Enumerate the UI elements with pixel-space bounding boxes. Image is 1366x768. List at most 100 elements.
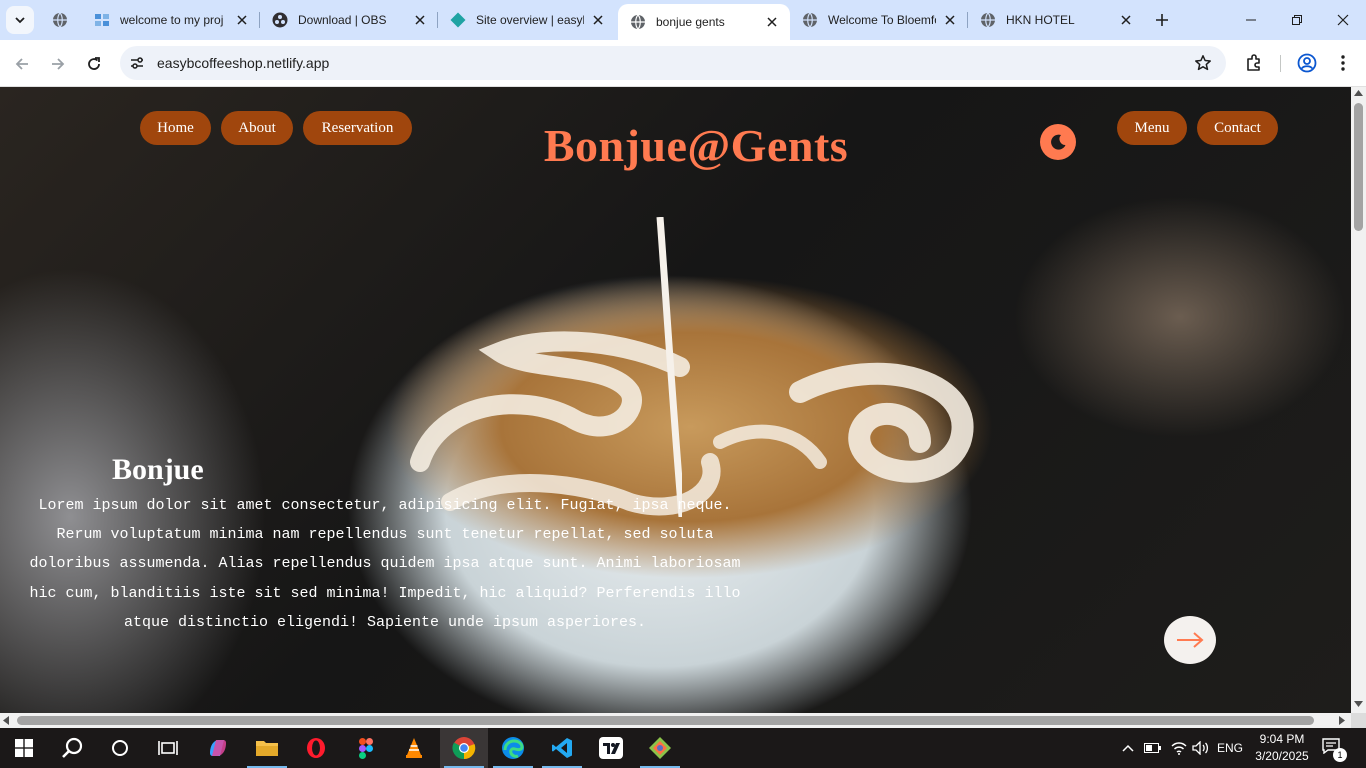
clock-date: 3/20/2025: [1255, 749, 1309, 763]
scroll-down-icon[interactable]: [1354, 701, 1363, 707]
figma-icon: [359, 737, 373, 759]
next-slide-button[interactable]: [1164, 616, 1216, 664]
profile-icon[interactable]: [1296, 52, 1318, 74]
nav-reservation-button[interactable]: Reservation: [303, 111, 412, 145]
close-tab-icon[interactable]: [1118, 12, 1134, 28]
close-tab-icon[interactable]: [412, 12, 428, 28]
horizontal-scrollbar[interactable]: [0, 713, 1351, 728]
browser-toolbar: easybcoffeeshop.netlify.app: [0, 40, 1366, 87]
taskbar-search-button[interactable]: [48, 728, 96, 768]
nav-home-button[interactable]: Home: [140, 111, 211, 145]
arrow-right-icon: [52, 58, 65, 70]
restore-button[interactable]: [1274, 0, 1320, 40]
volume-indicator[interactable]: [1191, 728, 1211, 768]
milk-stream-image: [656, 217, 682, 517]
cortana-button[interactable]: [96, 728, 144, 768]
tab-title: HKN HOTEL: [1006, 13, 1075, 27]
speaker-icon: [1192, 741, 1209, 755]
copilot-icon: [210, 740, 226, 756]
edge-icon: [502, 737, 524, 759]
nav-menu-button[interactable]: Menu: [1117, 111, 1187, 145]
scroll-left-icon[interactable]: [3, 716, 9, 725]
close-icon: [1337, 14, 1349, 26]
tab-netlify-site-overview[interactable]: Site overview | easyb: [438, 0, 616, 40]
chevron-down-icon: [15, 17, 25, 24]
tradingview-button[interactable]: [587, 728, 635, 768]
arrow-right-icon: [1177, 632, 1204, 648]
hero-description: Lorem ipsum dolor sit amet consectetur, …: [29, 497, 741, 631]
input-language[interactable]: ENG: [1214, 728, 1246, 768]
address-bar[interactable]: easybcoffeeshop.netlify.app: [120, 46, 1226, 80]
system-clock[interactable]: 9:04 PM 3/20/2025: [1250, 731, 1314, 765]
task-view-button[interactable]: [144, 728, 192, 768]
tab-welcome-bloemfontein[interactable]: Welcome To Bloemfo: [790, 0, 968, 40]
task-view-icon: [158, 741, 178, 755]
chrome-icon: [452, 737, 476, 760]
minimize-button[interactable]: [1228, 0, 1274, 40]
tab-title: welcome to my proj: [120, 13, 224, 27]
battery-icon: [1144, 743, 1161, 753]
obs-icon: [272, 12, 288, 28]
chrome-button[interactable]: [440, 728, 488, 768]
scrollbar-corner: [1351, 713, 1366, 728]
close-tab-icon[interactable]: [942, 12, 958, 28]
horizontal-scroll-thumb[interactable]: [17, 716, 1314, 725]
network-indicator[interactable]: [1168, 728, 1190, 768]
new-tab-button[interactable]: [1150, 8, 1174, 32]
reload-button[interactable]: [80, 50, 108, 78]
back-button[interactable]: [8, 50, 36, 78]
windows-taskbar: ENG 9:04 PM 3/20/2025 1: [0, 728, 1366, 768]
edge-button[interactable]: [489, 728, 537, 768]
show-hidden-icons[interactable]: [1118, 728, 1138, 768]
start-button[interactable]: [0, 728, 48, 768]
opera-button[interactable]: [292, 728, 340, 768]
copilot-button[interactable]: [194, 728, 242, 768]
brand-title: Bonjue@Gents: [543, 120, 849, 171]
tab-title: Welcome To Bloemfo: [828, 13, 936, 27]
nav-about-button[interactable]: About: [221, 111, 293, 145]
vertical-scrollbar[interactable]: [1351, 87, 1366, 713]
close-tab-icon[interactable]: [764, 14, 780, 30]
hero-title: Bonjue: [112, 453, 204, 486]
tab-search-button[interactable]: [6, 6, 34, 34]
wifi-icon: [1171, 742, 1187, 755]
tab-welcome-project[interactable]: welcome to my proj: [82, 0, 260, 40]
dark-mode-toggle[interactable]: [1040, 124, 1076, 160]
scroll-up-icon[interactable]: [1354, 90, 1363, 96]
vscode-icon: [552, 738, 572, 758]
url-text[interactable]: easybcoffeeshop.netlify.app: [157, 55, 329, 71]
chevron-up-icon: [1122, 744, 1134, 752]
plus-icon: [1156, 14, 1168, 26]
close-tab-icon[interactable]: [590, 12, 606, 28]
tab-pinned-globe[interactable]: [40, 0, 80, 40]
globe-icon: [52, 12, 68, 28]
scroll-right-icon[interactable]: [1339, 716, 1345, 725]
restore-icon: [1292, 15, 1302, 25]
site-info-icon[interactable]: [128, 54, 146, 72]
hero-section: Home About Reservation Bonjue@Gents Menu…: [0, 87, 1351, 713]
tab-hkn-hotel[interactable]: HKN HOTEL: [968, 0, 1144, 40]
netlify-icon: [450, 12, 466, 28]
extensions-icon[interactable]: [1243, 52, 1265, 74]
clock-time: 9:04 PM: [1259, 732, 1305, 746]
figma-button[interactable]: [342, 728, 390, 768]
tab-title: bonjue gents: [656, 15, 725, 29]
minimize-icon: [1246, 19, 1256, 21]
file-explorer-button[interactable]: [243, 728, 291, 768]
close-window-button[interactable]: [1320, 0, 1366, 40]
tab-obs-download[interactable]: Download | OBS: [260, 0, 438, 40]
close-tab-icon[interactable]: [234, 12, 250, 28]
action-center-button[interactable]: 1: [1322, 738, 1347, 762]
tab-bonjue-gents[interactable]: bonjue gents: [618, 4, 790, 40]
battery-indicator[interactable]: [1143, 728, 1163, 768]
more-menu-icon[interactable]: [1332, 52, 1354, 74]
tradingview-icon: [599, 737, 623, 759]
git-client-button[interactable]: [636, 728, 684, 768]
vscode-button[interactable]: [538, 728, 586, 768]
globe-icon: [980, 12, 996, 28]
vlc-button[interactable]: [390, 728, 438, 768]
bookmark-star-icon[interactable]: [1194, 54, 1212, 72]
nav-contact-button[interactable]: Contact: [1197, 111, 1278, 145]
forward-button[interactable]: [44, 50, 72, 78]
vertical-scroll-thumb[interactable]: [1354, 103, 1363, 231]
